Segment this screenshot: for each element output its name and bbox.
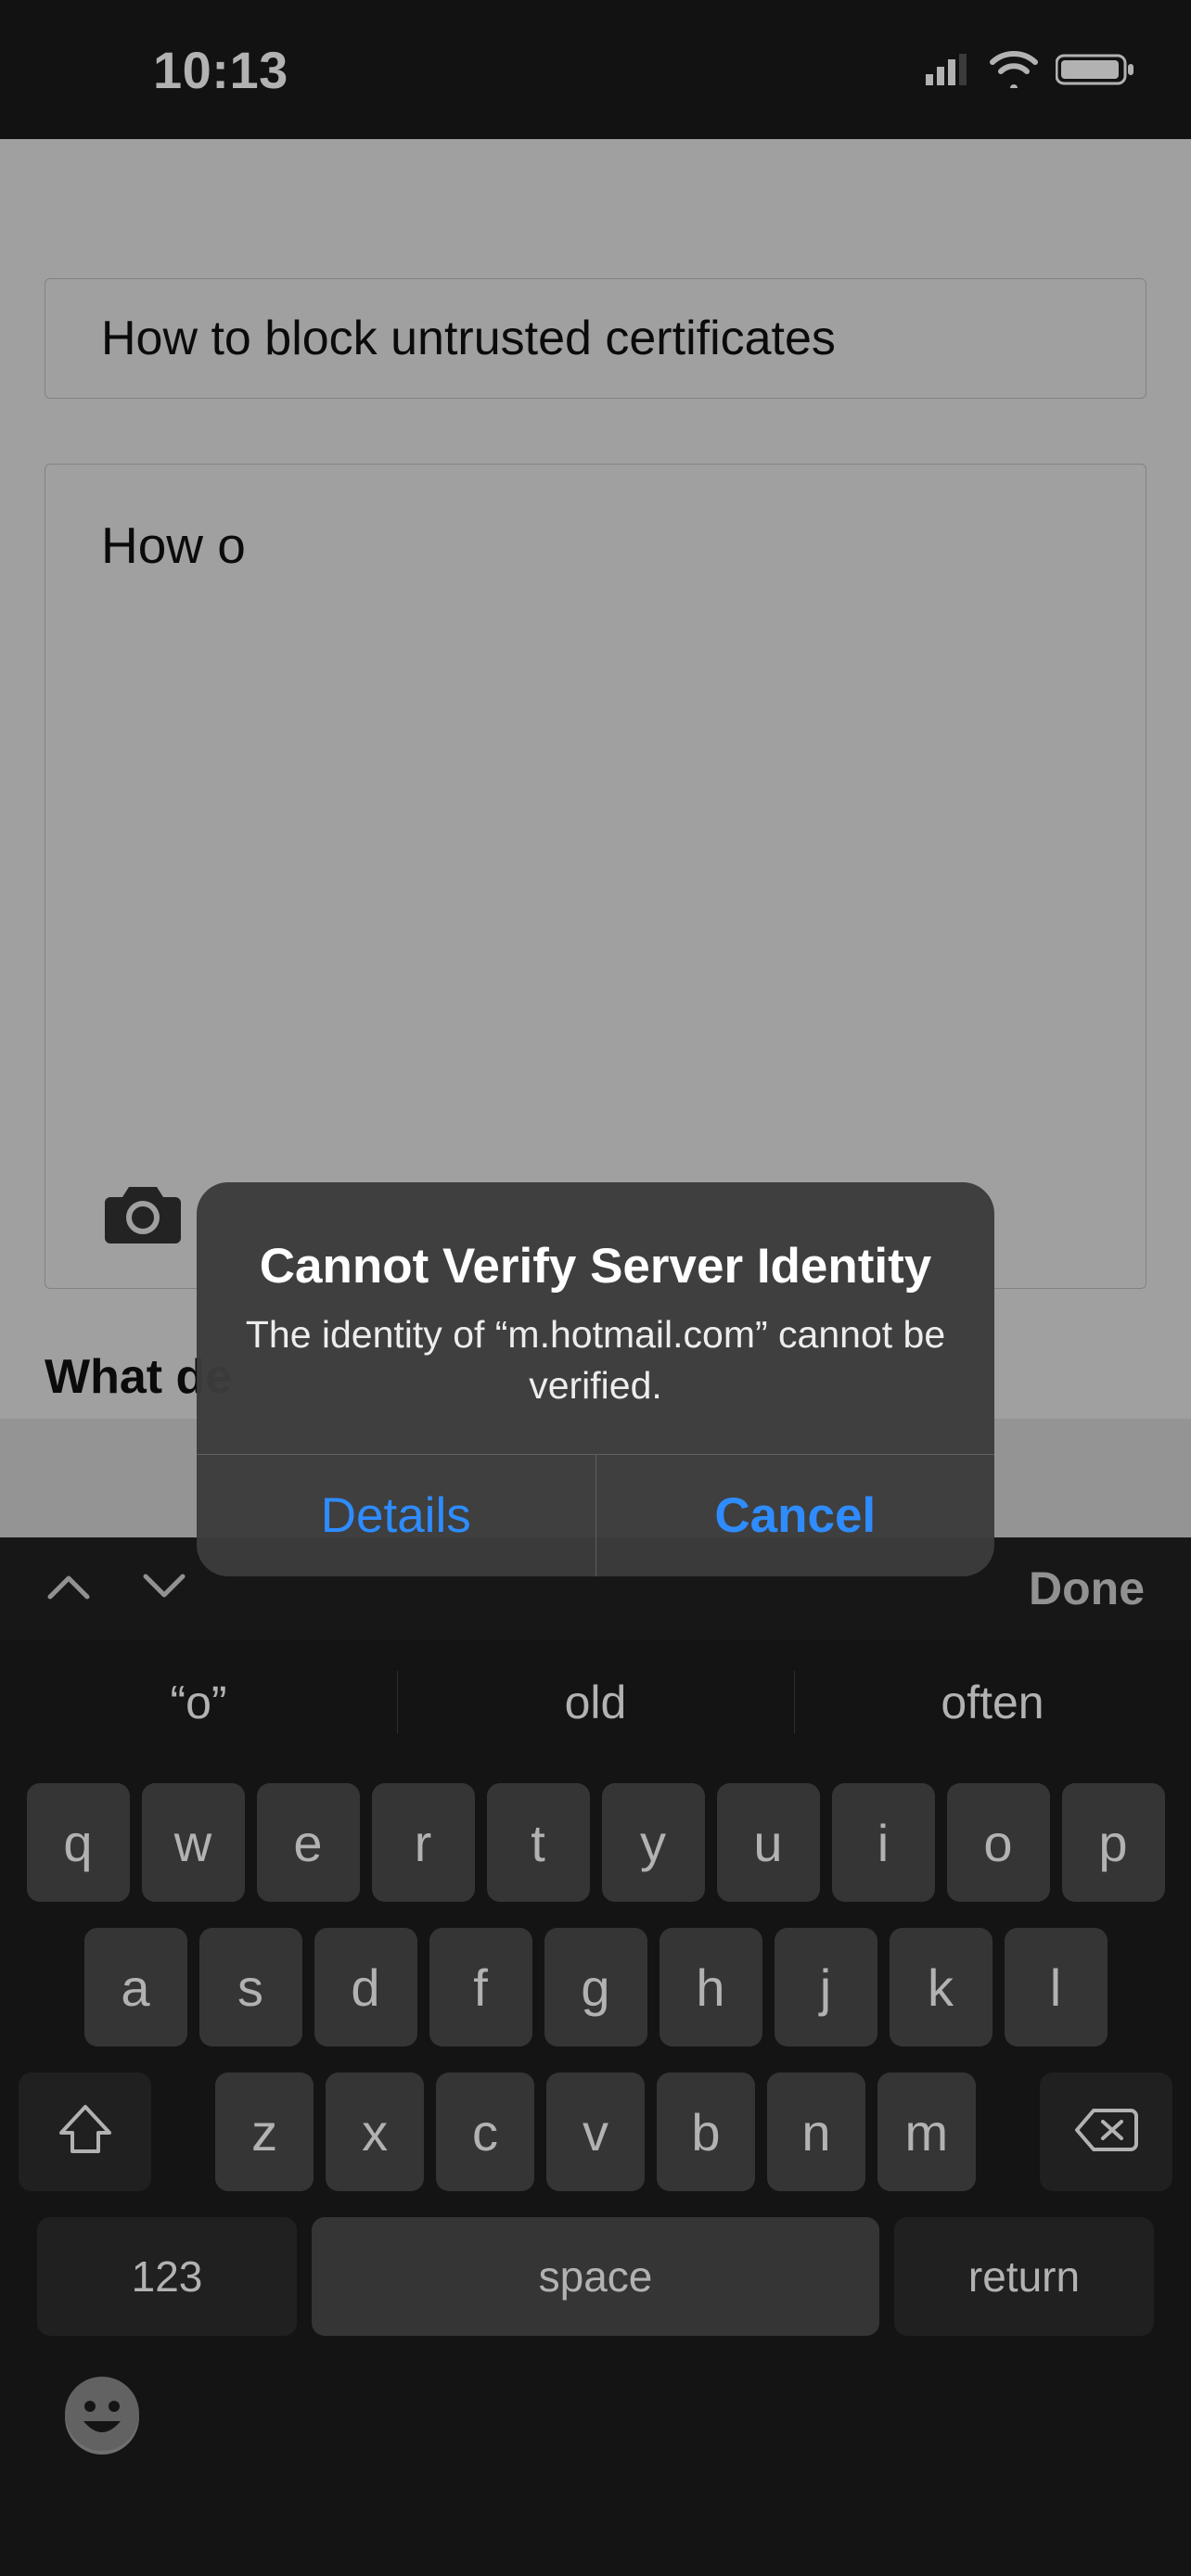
alert-dialog: Cannot Verify Server Identity The identi… [197,1182,994,1576]
iphone-screen: 10:13 [0,0,1191,2576]
alert-message: The identity of “m.hotmail.com” cannot b… [241,1309,950,1412]
alert-cancel-button[interactable]: Cancel [596,1455,995,1576]
alert-title: Cannot Verify Server Identity [241,1238,950,1294]
alert-details-button[interactable]: Details [197,1455,596,1576]
